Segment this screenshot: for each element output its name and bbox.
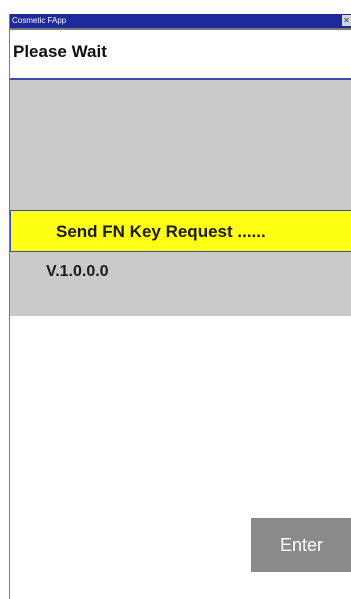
enter-button[interactable]: Enter bbox=[251, 518, 351, 572]
page-title: Please Wait bbox=[13, 42, 107, 61]
header-panel: Please Wait bbox=[10, 28, 351, 80]
status-message: Send FN Key Request ...... bbox=[56, 222, 266, 241]
version-label: V.1.0.0.0 bbox=[46, 263, 109, 280]
window-title: Cosmetic FApp bbox=[12, 16, 67, 25]
status-bar: Send FN Key Request ...... bbox=[10, 210, 351, 252]
version-panel: V.1.0.0.0 bbox=[10, 252, 351, 316]
window-titlebar: Cosmetic FApp ✕ bbox=[10, 14, 351, 28]
close-icon[interactable]: ✕ bbox=[342, 15, 351, 26]
content-placeholder bbox=[10, 80, 351, 210]
app-window: Cosmetic FApp ✕ Please Wait Send FN Key … bbox=[9, 14, 351, 599]
